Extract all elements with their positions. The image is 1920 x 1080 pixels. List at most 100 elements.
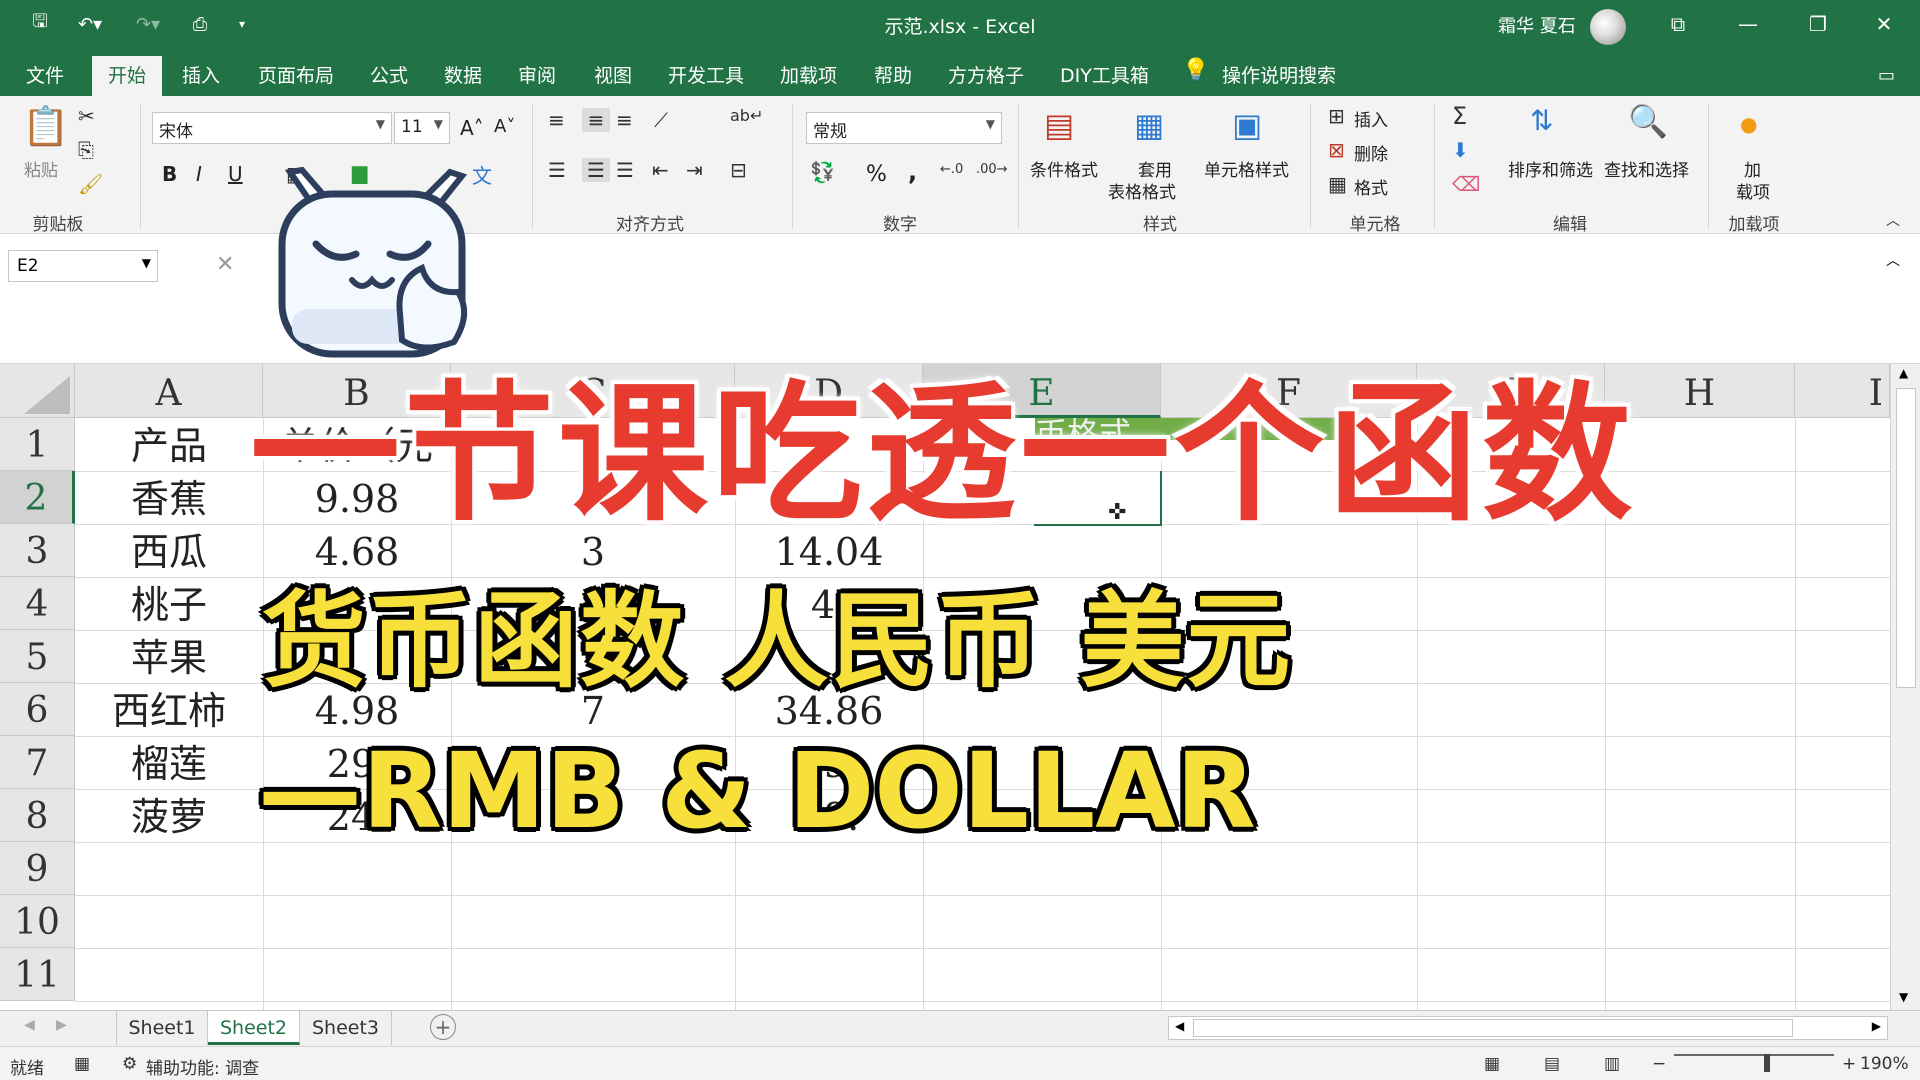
row-header-9[interactable]: 9 [0, 842, 75, 895]
vertical-scroll-thumb[interactable] [1896, 388, 1916, 688]
wrap-text-icon[interactable]: ab↵ [730, 106, 763, 125]
number-format-select[interactable]: 常规 ▼ [806, 112, 1002, 144]
normal-view-icon[interactable]: ▦ [1484, 1054, 1500, 1074]
row-header-1[interactable]: 1 [0, 418, 75, 471]
sheet-prev-icon[interactable]: ◀ [24, 1017, 35, 1033]
tab-review[interactable]: 审阅 [508, 56, 566, 96]
format-painter-icon[interactable]: 🖌 [78, 172, 103, 196]
scroll-down-icon[interactable]: ▼ [1899, 990, 1908, 1004]
zoom-slider[interactable] [1674, 1054, 1834, 1056]
add-sheet-button[interactable]: + [430, 1014, 456, 1040]
increase-indent-icon[interactable]: ⇥ [686, 158, 703, 182]
row-header-11[interactable]: 11 [0, 948, 75, 1001]
sheet-tab-sheet1[interactable]: Sheet1 [116, 1011, 208, 1045]
decrease-font-icon[interactable]: A˅ [494, 116, 515, 137]
paste-button[interactable]: 粘贴 [24, 156, 58, 181]
italic-button[interactable]: I [196, 162, 202, 186]
name-box[interactable]: E2 ▼ [8, 250, 158, 282]
cancel-icon[interactable]: ✕ [216, 252, 234, 277]
cell-a8[interactable]: 菠萝 [75, 789, 263, 842]
minimize-icon[interactable]: — [1716, 0, 1780, 48]
avatar[interactable] [1590, 9, 1626, 45]
row-header-6[interactable]: 6 [0, 683, 75, 736]
comma-button[interactable]: , [908, 158, 917, 186]
page-layout-view-icon[interactable]: ▤ [1544, 1054, 1560, 1074]
page-break-view-icon[interactable]: ▥ [1604, 1054, 1620, 1074]
user-name[interactable]: 霜华 夏石 [1498, 12, 1576, 38]
cell-a3[interactable]: 西瓜 [75, 524, 263, 577]
paste-icon[interactable]: 📋 [22, 104, 69, 149]
horizontal-scroll-thumb[interactable] [1193, 1019, 1793, 1037]
addin-icon[interactable]: ● [1740, 112, 1757, 136]
addin-line2[interactable]: 载项 [1736, 178, 1770, 203]
row-header-3[interactable]: 3 [0, 524, 75, 577]
tab-page-layout[interactable]: 页面布局 [248, 56, 344, 96]
conditional-format-icon[interactable]: ▤ [1044, 106, 1074, 144]
scroll-up-icon[interactable]: ▲ [1899, 366, 1908, 380]
format-cells-icon[interactable]: ▦ [1328, 172, 1347, 196]
cell-a4[interactable]: 桃子 [75, 577, 263, 630]
tab-formulas[interactable]: 公式 [360, 56, 418, 96]
ribbon-display-icon[interactable]: ⧉ [1646, 0, 1710, 48]
clear-icon[interactable]: ⌫ [1452, 172, 1480, 196]
increase-decimal-icon[interactable]: ←.0 [940, 162, 963, 177]
percent-button[interactable]: % [866, 162, 887, 187]
tab-help[interactable]: 帮助 [864, 56, 922, 96]
conditional-format-button[interactable]: 条件格式 [1030, 156, 1098, 181]
comments-icon[interactable]: ▭ [1868, 56, 1905, 96]
sort-filter-icon[interactable]: ⇅ [1530, 104, 1553, 137]
tab-addins[interactable]: 加载项 [770, 56, 847, 96]
copy-icon[interactable]: ⎘ [78, 138, 94, 162]
merge-center-icon[interactable]: ⊟ [730, 158, 747, 182]
expand-formula-icon[interactable]: ︿ [1886, 250, 1900, 270]
horizontal-scrollbar[interactable]: ◀ ▶ [1168, 1016, 1888, 1040]
macro-record-icon[interactable]: ▦ [74, 1054, 90, 1074]
accounting-format-icon[interactable]: 💱 [810, 160, 835, 184]
collapse-ribbon-icon[interactable]: ︿ [1886, 210, 1900, 230]
align-center-icon[interactable]: ☰ [582, 158, 610, 182]
cell-a2[interactable]: 香蕉 [75, 471, 263, 524]
cell-styles-icon[interactable]: ▣ [1232, 106, 1262, 144]
decrease-indent-icon[interactable]: ⇤ [652, 158, 669, 182]
zoom-in-icon[interactable]: + [1842, 1054, 1856, 1074]
cell-a1[interactable]: 产品 [75, 418, 263, 471]
scroll-left-icon[interactable]: ◀ [1175, 1019, 1184, 1033]
bold-button[interactable]: B [162, 162, 177, 186]
insert-cells-icon[interactable]: ⊞ [1328, 104, 1345, 128]
zoom-slider-knob[interactable] [1764, 1054, 1770, 1072]
row-header-4[interactable]: 4 [0, 577, 75, 630]
font-size-select[interactable]: 11 ▼ [394, 112, 450, 144]
cut-icon[interactable]: ✂ [78, 104, 95, 128]
tab-data[interactable]: 数据 [434, 56, 492, 96]
tab-home[interactable]: 开始 [92, 56, 162, 96]
cell-styles-button[interactable]: 单元格样式 [1204, 156, 1289, 181]
find-select-icon[interactable]: 🔍 [1628, 102, 1668, 140]
align-right-icon[interactable]: ☰ [616, 158, 634, 182]
select-all-button[interactable] [0, 364, 75, 418]
vertical-scrollbar[interactable]: ▲ ▼ [1890, 364, 1920, 1010]
format-cells-button[interactable]: 格式 [1354, 174, 1388, 199]
row-header-2[interactable]: 2 [0, 471, 75, 524]
align-top-icon[interactable]: ≡ [548, 108, 565, 132]
row-header-8[interactable]: 8 [0, 789, 75, 842]
font-name-select[interactable]: 宋体 ▼ [152, 112, 392, 144]
formula-input[interactable] [270, 250, 1890, 350]
autosum-icon[interactable]: Σ [1452, 102, 1467, 130]
sheet-next-icon[interactable]: ▶ [56, 1017, 67, 1033]
row-header-10[interactable]: 10 [0, 895, 75, 948]
table-format-line2[interactable]: 表格格式 [1108, 178, 1176, 203]
decrease-decimal-icon[interactable]: .00→ [976, 162, 1008, 177]
tab-view[interactable]: 视图 [584, 56, 642, 96]
accessibility-status[interactable]: 辅助功能: 调查 [146, 1054, 259, 1079]
cell-a6[interactable]: 西红柿 [75, 683, 263, 736]
align-middle-icon[interactable]: ≡ [582, 108, 610, 132]
restore-icon[interactable]: ❐ [1786, 0, 1850, 48]
sheet-tab-sheet3[interactable]: Sheet3 [300, 1011, 392, 1045]
tell-me-search[interactable]: 操作说明搜索 [1212, 56, 1346, 96]
sheet-tab-sheet2[interactable]: Sheet2 [208, 1011, 300, 1045]
insert-cells-button[interactable]: 插入 [1354, 106, 1388, 131]
cell-a5[interactable]: 苹果 [75, 630, 263, 683]
tab-insert[interactable]: 插入 [172, 56, 230, 96]
delete-cells-button[interactable]: 删除 [1354, 140, 1388, 165]
align-bottom-icon[interactable]: ≡ [616, 108, 633, 132]
